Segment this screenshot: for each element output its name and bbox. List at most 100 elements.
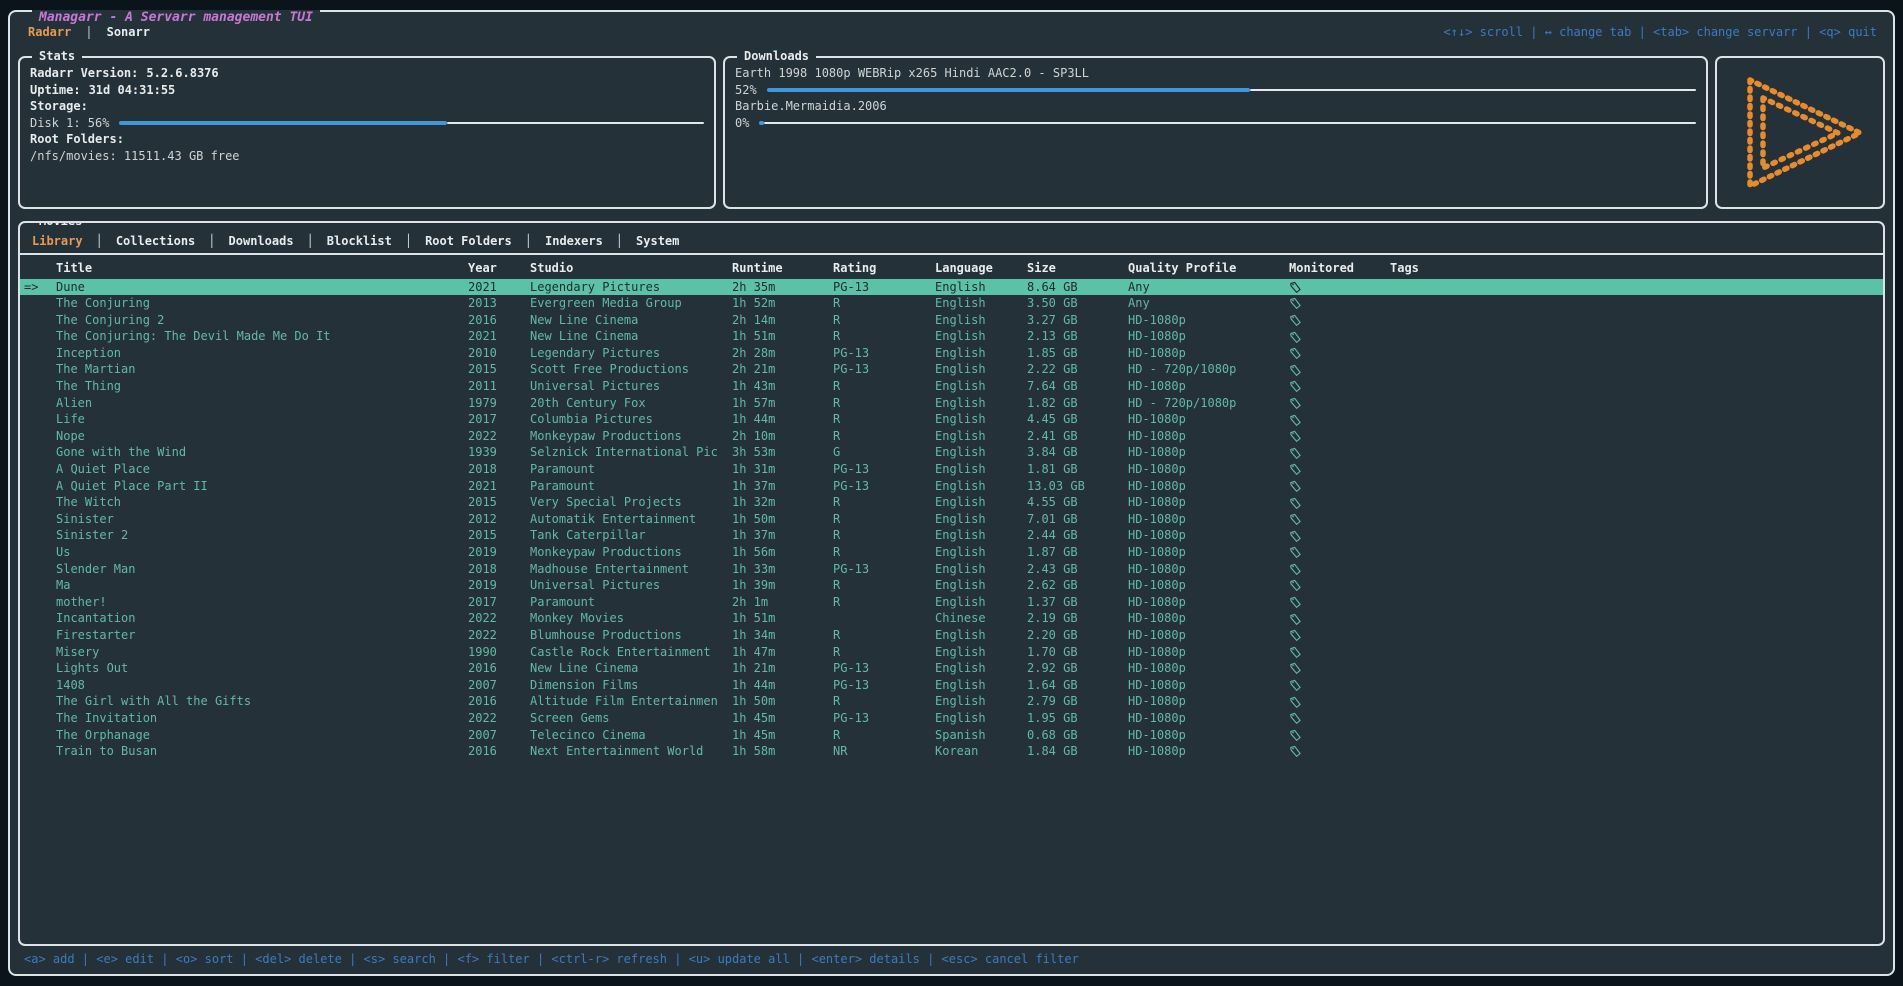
- table-row[interactable]: Slender Man2018Madhouse Entertainment1h …: [20, 561, 1883, 578]
- cell-studio: Selznick International Pic: [530, 444, 732, 461]
- table-row[interactable]: mother!2017Paramount2h 1mREnglish1.37 GB…: [20, 594, 1883, 611]
- cell-language: English: [935, 627, 1027, 644]
- cell-quality-profile: HD-1080p: [1128, 727, 1289, 744]
- cell-runtime: 1h 47m: [732, 644, 833, 661]
- cell-size: 1.95 GB: [1027, 710, 1128, 727]
- cell-rating: R: [833, 527, 935, 544]
- cell-language: English: [935, 644, 1027, 661]
- table-row[interactable]: Incantation2022Monkey Movies1h 51mChines…: [20, 610, 1883, 627]
- column-header-rating: Rating: [833, 257, 935, 279]
- column-header-title: Title: [56, 257, 468, 279]
- servarr-tab-sonarr[interactable]: Sonarr: [107, 25, 150, 39]
- cell-title: Misery: [56, 644, 468, 661]
- table-row[interactable]: A Quiet Place Part II2021Paramount1h 37m…: [20, 478, 1883, 495]
- monitored-cell: [1289, 695, 1390, 709]
- tab-blocklist[interactable]: Blocklist: [327, 234, 392, 248]
- table-row[interactable]: Sinister 22015Tank Caterpillar1h 37mREng…: [20, 527, 1883, 544]
- cell-size: 1.82 GB: [1027, 395, 1128, 412]
- table-row[interactable]: =>Dune2021Legendary Pictures2h 35mPG-13E…: [20, 279, 1883, 296]
- table-row[interactable]: 14082007Dimension Films1h 44mPG-13Englis…: [20, 677, 1883, 694]
- table-row[interactable]: Firestarter2022Blumhouse Productions1h 3…: [20, 627, 1883, 644]
- table-row[interactable]: The Witch2015Very Special Projects1h 32m…: [20, 494, 1883, 511]
- cell-studio: Paramount: [530, 478, 732, 495]
- cell-title: Inception: [56, 345, 468, 362]
- top-panels: Stats Radarr Version: 5.2.6.8376 Uptime:…: [16, 56, 1887, 209]
- tab-library[interactable]: Library: [32, 234, 83, 248]
- cell-size: 2.79 GB: [1027, 693, 1128, 710]
- table-row[interactable]: The Conjuring2013Evergreen Media Group1h…: [20, 295, 1883, 312]
- cell-language: English: [935, 527, 1027, 544]
- table-row[interactable]: Us2019Monkeypaw Productions1h 56mREnglis…: [20, 544, 1883, 561]
- cell-studio: New Line Cinema: [530, 660, 732, 677]
- cell-title: Lights Out: [56, 660, 468, 677]
- cell-runtime: 1h 39m: [732, 577, 833, 594]
- cell-runtime: 1h 34m: [732, 627, 833, 644]
- table-row[interactable]: The Conjuring: The Devil Made Me Do It20…: [20, 328, 1883, 345]
- cell-size: 1.84 GB: [1027, 743, 1128, 760]
- cell-size: 1.37 GB: [1027, 594, 1128, 611]
- table-row[interactable]: A Quiet Place2018Paramount1h 31mPG-13Eng…: [20, 461, 1883, 478]
- table-row[interactable]: Nope2022Monkeypaw Productions2h 10mREngl…: [20, 428, 1883, 445]
- table-row[interactable]: Ma2019Universal Pictures1h 39mREnglish2.…: [20, 577, 1883, 594]
- tab-separator: │: [208, 234, 215, 248]
- tab-collections[interactable]: Collections: [116, 234, 195, 248]
- tab-indexers[interactable]: Indexers: [545, 234, 603, 248]
- cell-size: 2.22 GB: [1027, 361, 1128, 378]
- cell-quality-profile: HD-1080p: [1128, 511, 1289, 528]
- radarr-version-value: 5.2.6.8376: [146, 65, 218, 82]
- tab-system[interactable]: System: [636, 234, 679, 248]
- cell-quality-profile: HD-1080p: [1128, 710, 1289, 727]
- cell-language: English: [935, 660, 1027, 677]
- cell-runtime: 1h 31m: [732, 461, 833, 478]
- tab-root-folders[interactable]: Root Folders: [425, 234, 512, 248]
- cell-studio: Universal Pictures: [530, 378, 732, 395]
- table-row[interactable]: The Martian2015Scott Free Productions2h …: [20, 361, 1883, 378]
- cell-runtime: 1h 43m: [732, 378, 833, 395]
- table-row[interactable]: The Orphanage2007Telecinco Cinema1h 45mR…: [20, 727, 1883, 744]
- tag-icon: [1289, 380, 1302, 393]
- cell-title: A Quiet Place Part II: [56, 478, 468, 495]
- cell-rating: R: [833, 544, 935, 561]
- cell-year: 1979: [468, 395, 530, 412]
- monitored-cell: [1289, 479, 1390, 493]
- tab-separator: │: [525, 234, 532, 248]
- cell-quality-profile: Any: [1128, 295, 1289, 312]
- table-row[interactable]: The Invitation2022Screen Gems1h 45mPG-13…: [20, 710, 1883, 727]
- table-row[interactable]: Sinister2012Automatik Entertainment1h 50…: [20, 511, 1883, 528]
- cell-studio: Monkeypaw Productions: [530, 544, 732, 561]
- cell-studio: New Line Cinema: [530, 328, 732, 345]
- cell-rating: R: [833, 295, 935, 312]
- table-row[interactable]: Train to Busan2016Next Entertainment Wor…: [20, 743, 1883, 760]
- cell-runtime: 1h 50m: [732, 511, 833, 528]
- table-row[interactable]: The Girl with All the Gifts2016Altitude …: [20, 693, 1883, 710]
- table-row[interactable]: Gone with the Wind1939Selznick Internati…: [20, 444, 1883, 461]
- cell-size: 7.01 GB: [1027, 511, 1128, 528]
- cell-runtime: 2h 1m: [732, 594, 833, 611]
- cell-quality-profile: HD-1080p: [1128, 345, 1289, 362]
- cell-size: 3.84 GB: [1027, 444, 1128, 461]
- cell-title: Ma: [56, 577, 468, 594]
- uptime-label: Uptime:: [30, 82, 81, 99]
- monitored-cell: [1289, 728, 1390, 742]
- cell-language: English: [935, 312, 1027, 329]
- cell-title: Incantation: [56, 610, 468, 627]
- table-row[interactable]: Inception2010Legendary Pictures2h 28mPG-…: [20, 345, 1883, 362]
- table-row[interactable]: The Conjuring 22016New Line Cinema2h 14m…: [20, 312, 1883, 329]
- table-row[interactable]: The Thing2011Universal Pictures1h 43mREn…: [20, 378, 1883, 395]
- monitored-cell: [1289, 578, 1390, 592]
- cell-language: English: [935, 561, 1027, 578]
- table-row[interactable]: Misery1990Castle Rock Entertainment1h 47…: [20, 644, 1883, 661]
- servarr-tab-radarr[interactable]: Radarr: [28, 25, 71, 39]
- tag-icon: [1289, 579, 1302, 592]
- table-row[interactable]: Alien197920th Century Fox1h 57mREnglish1…: [20, 395, 1883, 412]
- cell-rating: R: [833, 378, 935, 395]
- disk-usage-label: Disk 1: 56%: [30, 115, 109, 132]
- table-row[interactable]: Life2017Columbia Pictures1h 44mREnglish4…: [20, 411, 1883, 428]
- table-row[interactable]: Lights Out2016New Line Cinema1h 21mPG-13…: [20, 660, 1883, 677]
- cell-rating: R: [833, 627, 935, 644]
- cell-quality-profile: HD-1080p: [1128, 660, 1289, 677]
- tab-downloads[interactable]: Downloads: [229, 234, 294, 248]
- cell-title: Sinister 2: [56, 527, 468, 544]
- movies-tab-bar: Library│Collections│Downloads│Blocklist│…: [20, 229, 1883, 253]
- monitored-cell: [1289, 628, 1390, 642]
